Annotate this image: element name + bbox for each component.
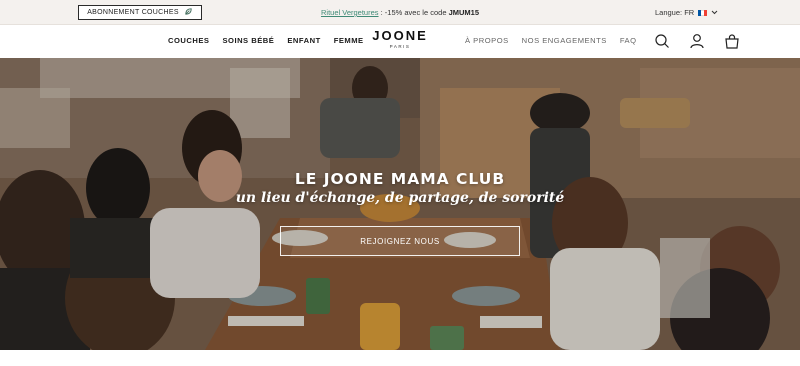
- hero-subtitle: un lieu d'échange, de partage, de sorori…: [235, 190, 565, 206]
- nav-item-faq[interactable]: FAQ: [620, 36, 637, 45]
- announcement-bar: ABONNEMENT COUCHES Rituel Vergetures : -…: [0, 0, 800, 25]
- france-flag-icon: [698, 9, 708, 16]
- site-logo[interactable]: JOONE PARIS: [370, 28, 430, 50]
- nav-left-menu: COUCHES SOINS BÉBÉ ENFANT FEMME: [168, 36, 364, 45]
- join-button[interactable]: REJOIGNEZ NOUS: [280, 226, 520, 256]
- hero-title: LE JOONE MAMA CLUB: [294, 170, 506, 188]
- nav-item-femme[interactable]: FEMME: [334, 36, 364, 45]
- promo-text: : -15% avec le code: [378, 8, 449, 17]
- nav-right-menu: À PROPOS NOS ENGAGEMENTS FAQ: [465, 36, 637, 45]
- language-label: Langue: FR: [655, 8, 695, 17]
- cart-icon[interactable]: [724, 33, 740, 49]
- main-navigation: COUCHES SOINS BÉBÉ ENFANT FEMME JOONE PA…: [0, 25, 800, 58]
- nav-icons: [654, 33, 740, 49]
- nav-item-couches[interactable]: COUCHES: [168, 36, 209, 45]
- nav-item-engagements[interactable]: NOS ENGAGEMENTS: [522, 36, 607, 45]
- nav-item-enfant[interactable]: ENFANT: [287, 36, 320, 45]
- nav-item-a-propos[interactable]: À PROPOS: [465, 36, 509, 45]
- nav-item-soins-bebe[interactable]: SOINS BÉBÉ: [222, 36, 274, 45]
- promo-link[interactable]: Rituel Vergetures: [321, 8, 379, 17]
- search-icon[interactable]: [654, 33, 670, 49]
- logo-subtitle: PARIS: [389, 44, 411, 49]
- chevron-down-icon: [711, 8, 718, 17]
- promo-code: JMUM15: [448, 8, 480, 17]
- logo-wordmark: JOONE: [372, 28, 428, 43]
- language-selector[interactable]: Langue: FR: [655, 7, 718, 18]
- hero-banner: LE JOONE MAMA CLUB un lieu d'échange, de…: [0, 58, 800, 350]
- account-icon[interactable]: [689, 33, 705, 49]
